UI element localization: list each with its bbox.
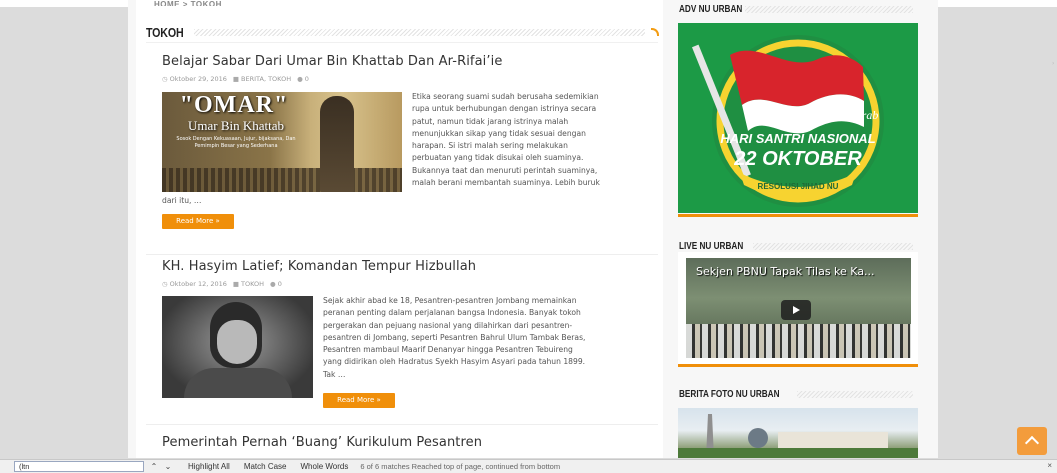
folder-icon: ■ (232, 75, 240, 83)
post-item: Pemerintah Pernah ‘Buang’ Kurikulum Pesa… (146, 424, 658, 458)
video-title[interactable]: Sekjen PBNU Tapak Tilas ke Ka... (696, 265, 875, 278)
comment-count[interactable]: 0 (305, 75, 309, 83)
post-excerpt-tail: dari itu, … (162, 196, 202, 205)
find-bar: (ltn ⌃ ⌄ Highlight All Match Case Whole … (0, 459, 1057, 473)
post-title[interactable]: Belajar Sabar Dari Umar Bin Khattab Dan … (162, 54, 502, 69)
comment-count[interactable]: 0 (278, 280, 282, 288)
adv-line1: HARI SANTRI NASIONAL (720, 131, 875, 146)
post-meta: ◷ Oktober 29, 2016 ■ BERITA, TOKOH ● 0 (162, 75, 309, 83)
read-more-button[interactable]: Read More » (162, 214, 234, 229)
thumbnail-tagline: Sosok Dengan Kekuasaan, Jujur, bijaksana… (176, 136, 296, 149)
post-date: Oktober 29, 2016 (169, 75, 227, 83)
excerpt-line: Tak … (323, 369, 346, 379)
rss-icon[interactable] (651, 27, 659, 36)
thumbnail-figure (320, 96, 354, 192)
clock-icon: ◷ (162, 280, 168, 288)
video-player[interactable]: Sekjen PBNU Tapak Tilas ke Ka... (686, 258, 911, 358)
highlight-all-toggle[interactable]: Highlight All (188, 462, 230, 471)
post-date: Oktober 12, 2016 (169, 280, 227, 288)
excerpt-line: perbuatan yang tidak disukai oleh suamin… (412, 153, 584, 163)
excerpt-line: Pesantren mambaul Maarif Denanyar hingga… (323, 345, 573, 355)
section-header: TOKOH (146, 22, 659, 42)
photo-thumbnail[interactable] (678, 408, 918, 458)
adv-artwork: kirab HARI SANTRI NASIONAL 22 OKTOBER RE… (691, 35, 884, 207)
comment-icon: ● (270, 280, 276, 288)
excerpt-line: pergerakan dan pejuang nasional yang dil… (323, 320, 573, 330)
close-icon[interactable]: × (1047, 461, 1052, 470)
widget-divider (797, 390, 913, 398)
widget-header-foto: BERITA FOTO NU URBAN (679, 388, 919, 400)
widget-divider (745, 5, 913, 13)
widget-title: BERITA FOTO NU URBAN (679, 388, 780, 400)
widget-header-live: LIVE NU URBAN (679, 240, 919, 252)
match-case-toggle[interactable]: Match Case (244, 462, 287, 471)
excerpt-line: rupa untuk berhubungan dengan istrinya s… (412, 104, 597, 114)
excerpt-line: patut, namun tidak jarang istrinya malah (412, 116, 569, 126)
read-more-button[interactable]: Read More » (323, 393, 395, 408)
find-status: 6 of 6 matches Reached top of page, cont… (360, 462, 561, 471)
scrollbar-arrow-icon[interactable]: › (1052, 60, 1056, 72)
main-content: HOME > TOKOH TOKOH Belajar Sabar Dari Um… (136, 0, 663, 458)
find-next-icon[interactable]: ⌄ (162, 461, 174, 472)
breadcrumb: HOME > TOKOH (154, 0, 222, 6)
page-container: HOME > TOKOH TOKOH Belajar Sabar Dari Um… (128, 0, 938, 458)
post-categories[interactable]: TOKOH (241, 280, 264, 288)
thumbnail-subtitle: Umar Bin Khattab (187, 118, 285, 133)
clock-icon: ◷ (162, 75, 168, 83)
excerpt-line: pesantren di Jombang, seperti Pesantren … (323, 332, 586, 342)
post-thumbnail[interactable]: "OMAR" Umar Bin Khattab Sosok Dengan Kek… (162, 92, 402, 192)
excerpt-line: Bukannya taat dan menuruti perintah suam… (412, 165, 598, 175)
comment-icon: ● (297, 75, 303, 83)
widget-header-adv: ADV NU URBAN (679, 3, 919, 15)
excerpt-line: harapan. Si istri malah sering melakukan (412, 141, 568, 151)
widget-title: LIVE NU URBAN (679, 240, 744, 252)
thumbnail-face (217, 320, 257, 364)
post-meta: ◷ Oktober 12, 2016 ■ TOKOH ● 0 (162, 280, 282, 288)
adv-banner[interactable]: kirab HARI SANTRI NASIONAL 22 OKTOBER RE… (678, 23, 918, 213)
widget-divider (753, 242, 913, 250)
excerpt-line: malah berani membantah suaminya. Lebih b… (412, 178, 600, 188)
adv-underline (678, 214, 918, 217)
post-excerpt: Sejak akhir abad ke 18, Pesantren-pesant… (323, 295, 653, 381)
adv-line2: 22 OKTOBER (733, 148, 862, 170)
video-people (686, 324, 911, 358)
find-previous-icon[interactable]: ⌃ (148, 461, 160, 472)
adv-kirab: kirab (853, 108, 878, 122)
sidebar: ADV NU URBAN kirab HARI SANTRI NASIONAL … (673, 0, 918, 458)
adv-ribbon: RESOLUSI JIHAD NU (758, 182, 839, 191)
section-title: TOKOH (146, 24, 184, 40)
thumbnail-title: "OMAR" (179, 92, 289, 118)
photo-artwork (678, 414, 918, 458)
video-card: Sekjen PBNU Tapak Tilas ke Ka... (678, 252, 918, 367)
excerpt-line: menunjukkan sikap yang tidak sesuai deng… (412, 128, 586, 138)
excerpt-line: peranan penting dalam perjalanan bangsa … (323, 308, 581, 318)
play-icon[interactable] (781, 300, 811, 320)
post-thumbnail[interactable] (162, 296, 313, 398)
find-input[interactable]: (ltn (14, 461, 144, 472)
excerpt-line: yang didirikan oleh Hadratus Syekh Hasyi… (323, 357, 586, 367)
thumbnail-crowd (162, 168, 402, 192)
excerpt-line: Etika seorang suami sudah berusaha sedem… (412, 92, 599, 101)
section-divider (194, 28, 645, 36)
post-item: KH. Hasyim Latief; Komandan Tempur Hizbu… (146, 254, 658, 424)
post-title[interactable]: Pemerintah Pernah ‘Buang’ Kurikulum Pesa… (162, 435, 482, 450)
whole-words-toggle[interactable]: Whole Words (301, 462, 349, 471)
post-categories[interactable]: BERITA, TOKOH (241, 75, 291, 83)
post-title[interactable]: KH. Hasyim Latief; Komandan Tempur Hizbu… (162, 259, 476, 274)
scroll-to-top-button[interactable] (1017, 427, 1047, 455)
post-excerpt: Etika seorang suami sudah berusaha sedem… (412, 91, 652, 189)
excerpt-line: Sejak akhir abad ke 18, Pesantren-pesant… (323, 296, 577, 305)
thumbnail-body (184, 368, 292, 398)
widget-title: ADV NU URBAN (679, 3, 743, 15)
post-item: Belajar Sabar Dari Umar Bin Khattab Dan … (146, 42, 658, 254)
folder-icon: ■ (232, 280, 240, 288)
